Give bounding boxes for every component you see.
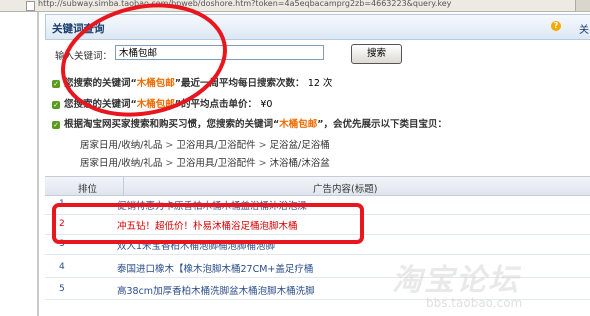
annotation-circle — [61, 3, 227, 117]
screenshot-frame: http://subway.simba.taobao.com/bpweb/dos… — [0, 0, 590, 316]
annotation-overlay — [52, 3, 364, 244]
annotation-rectangle — [52, 203, 364, 244]
